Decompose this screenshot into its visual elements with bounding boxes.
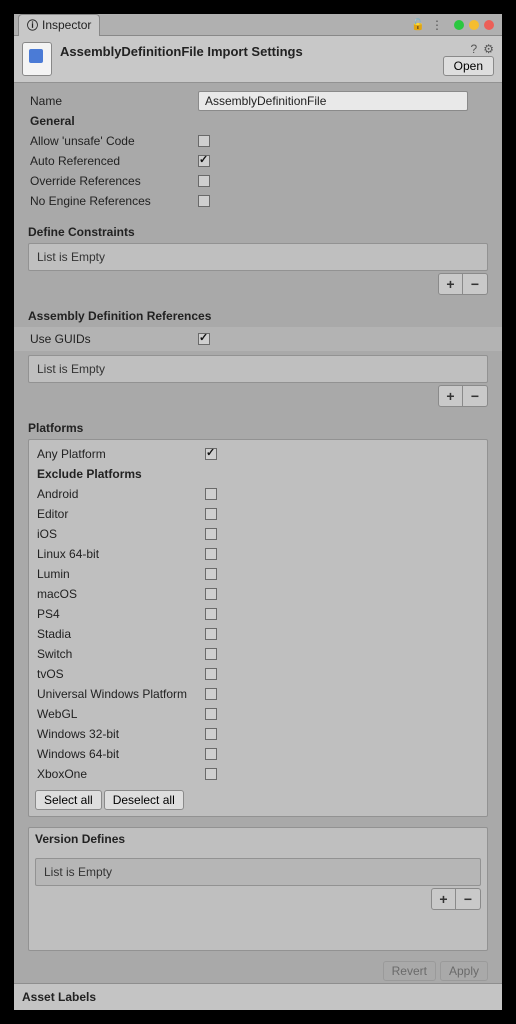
asm-refs-list: List is Empty xyxy=(28,355,488,383)
platform-label: iOS xyxy=(35,527,205,541)
traffic-lights xyxy=(454,20,494,30)
help-icon[interactable]: ? xyxy=(471,42,478,56)
platform-label: Windows 32-bit xyxy=(35,727,205,741)
platform-checkbox[interactable] xyxy=(205,728,217,740)
define-constraints-add-button[interactable]: + xyxy=(438,273,463,295)
traffic-yellow-icon[interactable] xyxy=(469,20,479,30)
allow-unsafe-checkbox[interactable] xyxy=(198,135,210,147)
platform-label: XboxOne xyxy=(35,767,205,781)
open-button[interactable]: Open xyxy=(443,56,494,76)
platform-label: WebGL xyxy=(35,707,205,721)
platform-checkbox[interactable] xyxy=(205,588,217,600)
platform-checkbox[interactable] xyxy=(205,668,217,680)
platform-label: Editor xyxy=(35,507,205,521)
platform-label: macOS xyxy=(35,587,205,601)
auto-ref-checkbox[interactable] xyxy=(198,155,210,167)
page-title: AssemblyDefinitionFile Import Settings xyxy=(60,42,471,59)
version-defines-remove-button[interactable]: − xyxy=(456,888,481,910)
traffic-green-icon[interactable] xyxy=(454,20,464,30)
platforms-block: Any Platform Exclude Platforms Android Ed… xyxy=(28,439,488,817)
define-constraints-list: List is Empty xyxy=(28,243,488,271)
version-defines-heading: Version Defines xyxy=(35,832,481,846)
allow-unsafe-label: Allow 'unsafe' Code xyxy=(28,134,198,148)
exclude-platforms-heading: Exclude Platforms xyxy=(35,467,205,481)
asset-labels-heading: Asset Labels xyxy=(14,983,502,1010)
name-label: Name xyxy=(28,94,198,108)
content-area: Name General Allow 'unsafe' Code Auto Re… xyxy=(14,83,502,983)
any-platform-checkbox[interactable] xyxy=(205,448,217,460)
inspector-window: ⓘ Inspector 🔓 ⋮ AssemblyDefinitionFile I… xyxy=(14,14,502,1010)
version-defines-block: Version Defines List is Empty + − xyxy=(28,827,488,951)
override-ref-label: Override References xyxy=(28,174,198,188)
use-guids-checkbox[interactable] xyxy=(198,333,210,345)
inspector-tab[interactable]: ⓘ Inspector xyxy=(18,14,100,36)
apply-button[interactable]: Apply xyxy=(440,961,488,981)
platform-checkbox[interactable] xyxy=(205,528,217,540)
platform-checkbox[interactable] xyxy=(205,748,217,760)
platform-label: PS4 xyxy=(35,607,205,621)
version-defines-list: List is Empty xyxy=(35,858,481,886)
override-ref-checkbox[interactable] xyxy=(198,175,210,187)
asm-refs-remove-button[interactable]: − xyxy=(463,385,488,407)
platform-checkbox[interactable] xyxy=(205,688,217,700)
platform-label: Android xyxy=(35,487,205,501)
platform-checkbox[interactable] xyxy=(205,568,217,580)
select-all-button[interactable]: Select all xyxy=(35,790,102,810)
no-engine-ref-checkbox[interactable] xyxy=(198,195,210,207)
titlebar-right: 🔓 ⋮ xyxy=(411,18,502,32)
platform-label: Switch xyxy=(35,647,205,661)
no-engine-ref-label: No Engine References xyxy=(28,194,198,208)
lock-icon[interactable]: 🔓 xyxy=(411,18,425,31)
platform-checkbox[interactable] xyxy=(205,608,217,620)
deselect-all-button[interactable]: Deselect all xyxy=(104,790,184,810)
platform-checkbox[interactable] xyxy=(205,548,217,560)
platform-label: Stadia xyxy=(35,627,205,641)
revert-button[interactable]: Revert xyxy=(383,961,436,981)
menu-dots-icon[interactable]: ⋮ xyxy=(431,18,442,32)
platform-checkbox[interactable] xyxy=(205,628,217,640)
asm-refs-heading: Assembly Definition References xyxy=(28,309,488,323)
auto-ref-label: Auto Referenced xyxy=(28,154,198,168)
titlebar: ⓘ Inspector 🔓 ⋮ xyxy=(14,14,502,36)
platform-label: Windows 64-bit xyxy=(35,747,205,761)
platform-checkbox[interactable] xyxy=(205,488,217,500)
platforms-heading: Platforms xyxy=(28,421,488,435)
tab-label: Inspector xyxy=(42,18,91,32)
platform-label: Lumin xyxy=(35,567,205,581)
general-heading: General xyxy=(28,114,198,128)
platform-checkbox[interactable] xyxy=(205,708,217,720)
info-icon: ⓘ xyxy=(27,17,38,33)
any-platform-label: Any Platform xyxy=(35,447,205,461)
use-guids-label: Use GUIDs xyxy=(28,332,198,346)
name-input[interactable] xyxy=(198,91,468,111)
platform-label: Linux 64-bit xyxy=(35,547,205,561)
gear-icon[interactable]: ⚙ xyxy=(483,42,494,56)
asm-refs-add-button[interactable]: + xyxy=(438,385,463,407)
asmdef-file-icon xyxy=(22,42,52,76)
platform-label: tvOS xyxy=(35,667,205,681)
define-constraints-remove-button[interactable]: − xyxy=(463,273,488,295)
platform-label: Universal Windows Platform xyxy=(35,687,205,701)
version-defines-add-button[interactable]: + xyxy=(431,888,456,910)
define-constraints-heading: Define Constraints xyxy=(28,225,488,239)
platform-checkbox[interactable] xyxy=(205,768,217,780)
platform-checkbox[interactable] xyxy=(205,508,217,520)
traffic-red-icon[interactable] xyxy=(484,20,494,30)
header: AssemblyDefinitionFile Import Settings ?… xyxy=(14,36,502,83)
platform-checkbox[interactable] xyxy=(205,648,217,660)
